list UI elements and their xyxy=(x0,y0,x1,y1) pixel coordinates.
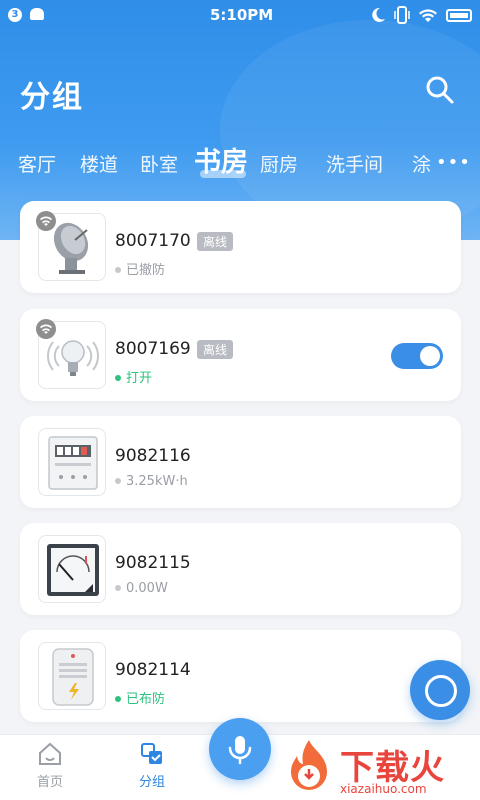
device-status: 0.00W xyxy=(115,581,168,596)
tab-corridor[interactable]: 楼道 xyxy=(80,150,118,177)
device-name: 9082116 xyxy=(115,446,191,466)
device-status-text: 3.25kW·h xyxy=(126,474,188,489)
offline-badge: 离线 xyxy=(197,340,234,359)
tab-study[interactable]: 书房 xyxy=(194,140,248,179)
flame-logo-icon xyxy=(291,740,327,790)
room-tabs: 客厅 楼道 卧室 书房 厨房 洗手间 涂 ••• xyxy=(0,140,480,184)
home-icon xyxy=(37,741,63,767)
status-dot xyxy=(115,477,121,484)
battery-icon xyxy=(446,8,472,22)
nav-group[interactable]: 分组 xyxy=(122,741,182,790)
group-icon xyxy=(139,741,165,767)
status-dot xyxy=(115,266,121,273)
floating-action-button[interactable] xyxy=(410,660,470,720)
nav-group-label: 分组 xyxy=(138,775,165,790)
microphone-icon xyxy=(228,736,252,765)
tab-partial[interactable]: 涂 xyxy=(412,150,431,177)
android-icon xyxy=(30,8,44,20)
device-name: 8007169 xyxy=(115,339,191,359)
moon-icon xyxy=(372,7,385,22)
device-status: 3.25kW·h xyxy=(115,474,188,489)
tab-bedroom[interactable]: 卧室 xyxy=(140,150,178,177)
power-toggle[interactable] xyxy=(391,343,443,369)
status-icons xyxy=(370,6,472,24)
offline-badge: 离线 xyxy=(197,232,234,251)
device-status: 打开 xyxy=(115,367,152,386)
voice-button[interactable] xyxy=(209,718,271,780)
status-dot xyxy=(115,374,121,381)
device-name: 9082115 xyxy=(115,553,191,573)
device-status-text: 已撤防 xyxy=(126,263,166,278)
device-status-text: 打开 xyxy=(126,371,153,386)
device-status-text: 0.00W xyxy=(126,581,168,596)
more-tabs-icon[interactable]: ••• xyxy=(436,152,471,173)
page-title: 分组 xyxy=(20,80,84,115)
device-name: 9082114 xyxy=(115,660,191,680)
device-card[interactable]: 8007170 离线 已撤防 xyxy=(20,201,461,293)
offline-wifi-icon xyxy=(36,211,56,231)
device-status-text: 已布防 xyxy=(126,692,166,707)
power-gauge-icon xyxy=(38,535,106,603)
tab-kitchen[interactable]: 厨房 xyxy=(260,150,298,177)
wifi-icon xyxy=(419,9,437,22)
status-dot xyxy=(115,695,121,702)
device-name: 8007170 xyxy=(115,231,191,251)
electric-meter-icon xyxy=(38,428,106,496)
search-icon xyxy=(426,76,454,104)
search-button[interactable] xyxy=(424,74,456,106)
device-status: 已撤防 xyxy=(115,259,165,278)
device-card[interactable]: 9082114 已布防 xyxy=(20,630,461,722)
watermark: 下载火 xiazaihuo.com xyxy=(282,738,478,798)
device-card[interactable]: 9082116 3.25kW·h xyxy=(20,416,461,508)
device-card[interactable]: 8007169 离线 打开 xyxy=(20,309,461,401)
status-bar: 3 5:10PM xyxy=(0,0,480,30)
tab-bathroom[interactable]: 洗手间 xyxy=(326,150,383,177)
alarm-device-icon xyxy=(38,642,106,710)
device-card[interactable]: 9082115 0.00W xyxy=(20,523,461,615)
notification-count-badge: 3 xyxy=(8,8,22,22)
watermark-url: xiazaihuo.com xyxy=(340,782,427,796)
nav-home-label: 首页 xyxy=(36,775,63,790)
device-status: 已布防 xyxy=(115,688,165,707)
tab-living-room[interactable]: 客厅 xyxy=(18,150,56,177)
vibrate-icon xyxy=(394,6,410,24)
status-time: 5:10PM xyxy=(210,6,274,24)
status-dot xyxy=(115,584,121,591)
offline-wifi-icon xyxy=(36,319,56,339)
nav-home[interactable]: 首页 xyxy=(20,741,80,790)
